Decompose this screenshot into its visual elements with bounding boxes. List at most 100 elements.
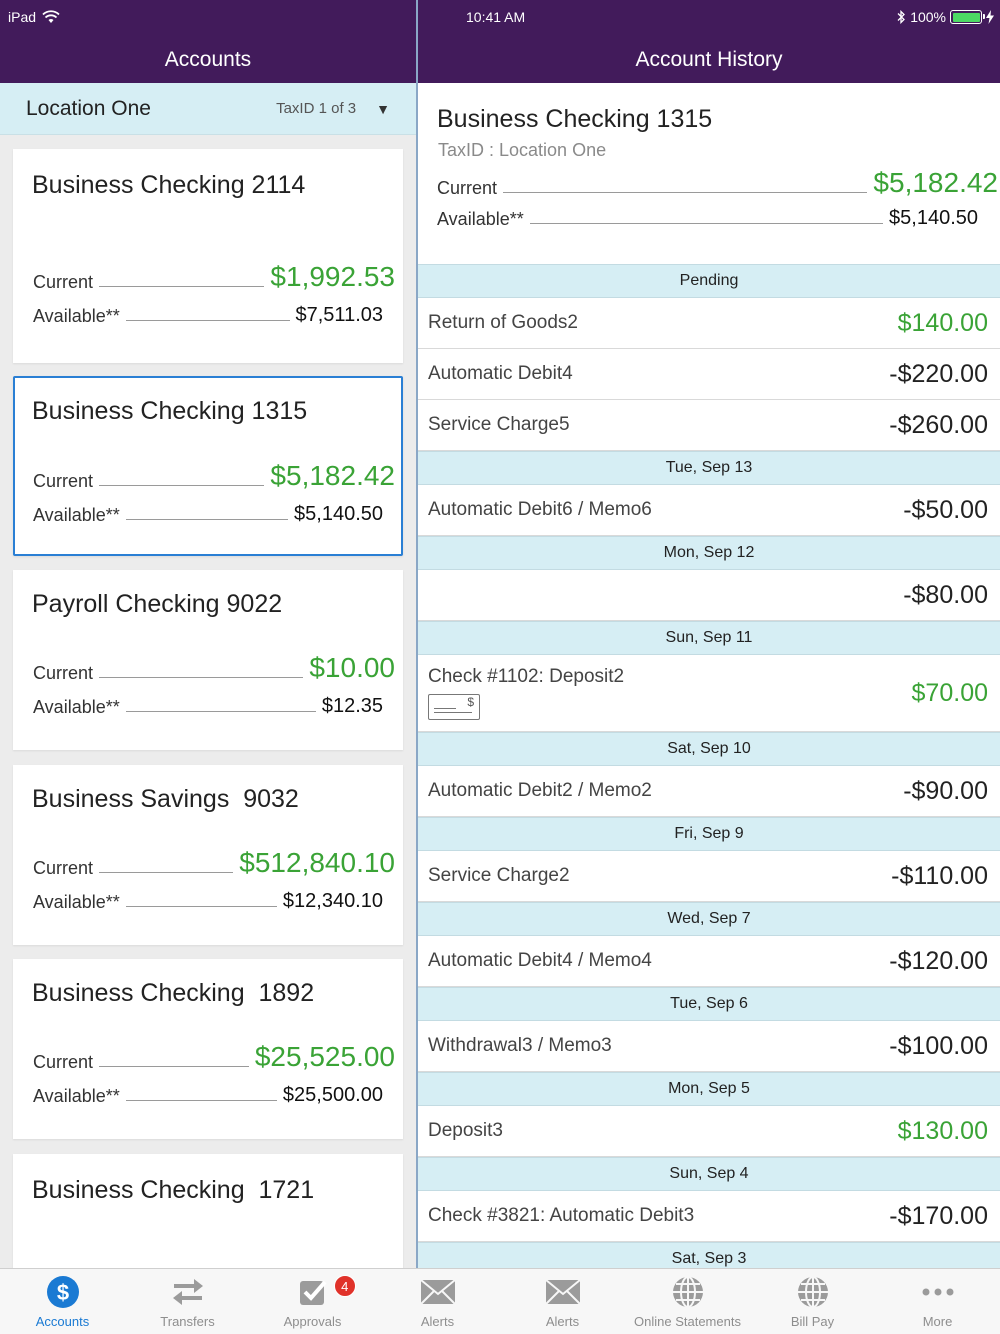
- current-label: Current: [33, 1052, 94, 1072]
- account-card[interactable]: Business Savings 9032 Current $512,840.1…: [13, 765, 403, 945]
- location-selector[interactable]: Location One TaxID 1 of 3 ▼: [0, 83, 416, 135]
- svg-text:$: $: [56, 1280, 68, 1305]
- account-card[interactable]: Business Checking 2114 Current $1,992.53…: [13, 149, 403, 363]
- transfer-arrows-icon: [168, 1272, 208, 1312]
- transaction-row[interactable]: Return of Goods2 $140.00: [418, 298, 1000, 349]
- status-time: 10:41 AM: [466, 9, 526, 25]
- transaction-row[interactable]: Check #3821: Automatic Debit3 -$170.00: [418, 1191, 1000, 1242]
- transaction-row[interactable]: Service Charge2 -$110.00: [418, 851, 1000, 902]
- transaction-description: Deposit3: [428, 1120, 503, 1141]
- transaction-info: Automatic Debit4 / Memo4: [428, 950, 889, 972]
- transaction-info: Automatic Debit4: [428, 363, 889, 385]
- battery-percent: 100%: [910, 9, 946, 25]
- current-row: Current $5,182.42: [437, 167, 998, 199]
- account-card[interactable]: Payroll Checking 9022 Current $10.00 Ava…: [13, 570, 403, 750]
- status-right: 100%: [896, 9, 994, 25]
- available-row: Available** $5,140.50: [33, 503, 395, 526]
- current-balance: $10.00: [309, 652, 395, 683]
- transaction-row[interactable]: Deposit3 $130.00: [418, 1106, 1000, 1157]
- check-image-icon[interactable]: $: [428, 694, 480, 720]
- transaction-info: Check #3821: Automatic Debit3: [428, 1205, 889, 1227]
- tab-label: Approvals: [283, 1314, 342, 1329]
- current-balance: $25,525.00: [254, 1041, 395, 1072]
- transaction-amount: -$90.00: [903, 776, 988, 805]
- available-label: Available**: [33, 892, 120, 912]
- date-section-header: Sun, Sep 4: [418, 1157, 1000, 1191]
- globe-icon: [793, 1272, 833, 1312]
- leader-line: [99, 872, 234, 873]
- tab-label: Online Statements: [634, 1314, 741, 1329]
- transaction-amount: -$260.00: [889, 410, 988, 439]
- tab-label: Alerts: [420, 1314, 455, 1329]
- transaction-amount: -$120.00: [889, 946, 988, 975]
- available-row: Available** $5,140.50: [437, 207, 998, 230]
- transaction-info: Automatic Debit2 / Memo2: [428, 780, 903, 802]
- tab-approvals[interactable]: Approvals 4: [250, 1269, 375, 1334]
- transaction-description: Automatic Debit6 / Memo6: [428, 499, 652, 520]
- transaction-description: Withdrawal3 / Memo3: [428, 1035, 612, 1056]
- transaction-row[interactable]: Automatic Debit6 / Memo6 -$50.00: [418, 485, 1000, 536]
- charging-bolt-icon: [986, 10, 994, 24]
- account-name: Business Checking 1892: [32, 979, 315, 1007]
- accounts-pane: Location One TaxID 1 of 3 ▼ Business Che…: [0, 83, 416, 1268]
- leader-line: [529, 223, 884, 224]
- more-dots-icon: [918, 1272, 958, 1312]
- device-name: iPad: [8, 9, 37, 25]
- available-label: Available**: [33, 1086, 120, 1106]
- tab-alerts[interactable]: Alerts: [375, 1269, 500, 1334]
- transaction-row[interactable]: Automatic Debit2 / Memo2 -$90.00: [418, 766, 1000, 817]
- current-row: Current $5,182.42: [33, 460, 395, 492]
- account-name: Business Savings 9032: [32, 785, 299, 813]
- leader-line: [125, 1100, 277, 1101]
- account-card[interactable]: Business Checking 1892 Current $25,525.0…: [13, 959, 403, 1139]
- available-balance: $25,500.00: [282, 1084, 383, 1106]
- date-section-header: Tue, Sep 6: [418, 987, 1000, 1021]
- envelope-icon: [543, 1272, 583, 1312]
- status-left: iPad: [8, 9, 60, 25]
- transaction-amount: $70.00: [911, 678, 988, 707]
- date-section-header: Sat, Sep 3: [418, 1242, 1000, 1268]
- tab-transfers[interactable]: Transfers: [125, 1269, 250, 1334]
- transaction-description: Service Charge5: [428, 414, 570, 435]
- transaction-row[interactable]: -$80.00: [418, 570, 1000, 621]
- leader-line: [125, 320, 290, 321]
- current-label: Current: [33, 858, 94, 878]
- tab-alerts[interactable]: Alerts: [500, 1269, 625, 1334]
- account-name: Business Checking 1721: [32, 1176, 315, 1204]
- transaction-row[interactable]: Automatic Debit4 -$220.00: [418, 349, 1000, 400]
- transaction-info: Service Charge2: [428, 865, 891, 887]
- transaction-row[interactable]: Withdrawal3 / Memo3 -$100.00: [418, 1021, 1000, 1072]
- tab-more[interactable]: More: [875, 1269, 1000, 1334]
- transaction-row[interactable]: Service Charge5 -$260.00: [418, 400, 1000, 451]
- tab-bill-pay[interactable]: Bill Pay: [750, 1269, 875, 1334]
- transaction-amount: -$110.00: [891, 861, 988, 890]
- current-balance: $5,182.42: [270, 460, 395, 491]
- account-name: Business Checking 2114: [32, 171, 306, 199]
- available-label: Available**: [437, 209, 524, 229]
- transaction-row[interactable]: Check #1102: Deposit2 $ $70.00: [418, 655, 1000, 732]
- leader-line: [99, 677, 304, 678]
- transaction-info: Deposit3: [428, 1120, 898, 1142]
- account-card-selected[interactable]: Business Checking 1315 Current $5,182.42…: [13, 376, 403, 556]
- transaction-info: Return of Goods2: [428, 312, 898, 334]
- transaction-row[interactable]: Automatic Debit4 / Memo4 -$120.00: [418, 936, 1000, 987]
- date-section-header: Mon, Sep 5: [418, 1072, 1000, 1106]
- account-card[interactable]: Business Checking 1721: [13, 1154, 403, 1268]
- history-header: Account History: [418, 36, 1000, 83]
- history-pane: Business Checking 1315 TaxID : Location …: [418, 83, 1000, 1268]
- tab-accounts[interactable]: $ Accounts: [0, 1269, 125, 1334]
- history-title: Account History: [635, 47, 783, 71]
- tab-label: Transfers: [160, 1314, 215, 1329]
- transaction-description: Automatic Debit2 / Memo2: [428, 780, 652, 801]
- current-row: Current $1,992.53: [33, 261, 395, 293]
- available-label: Available**: [33, 505, 120, 525]
- tab-label: Accounts: [35, 1314, 90, 1329]
- transaction-description: Check #3821: Automatic Debit3: [428, 1205, 695, 1226]
- transaction-description: Service Charge2: [428, 865, 570, 886]
- date-section-header: Pending: [418, 264, 1000, 298]
- transaction-amount: -$50.00: [903, 495, 988, 524]
- tab-online-statements[interactable]: Online Statements: [625, 1269, 750, 1334]
- account-summary: Business Checking 1315 TaxID : Location …: [418, 83, 1000, 264]
- globe-icon: [668, 1272, 708, 1312]
- current-balance: $512,840.10: [239, 847, 395, 878]
